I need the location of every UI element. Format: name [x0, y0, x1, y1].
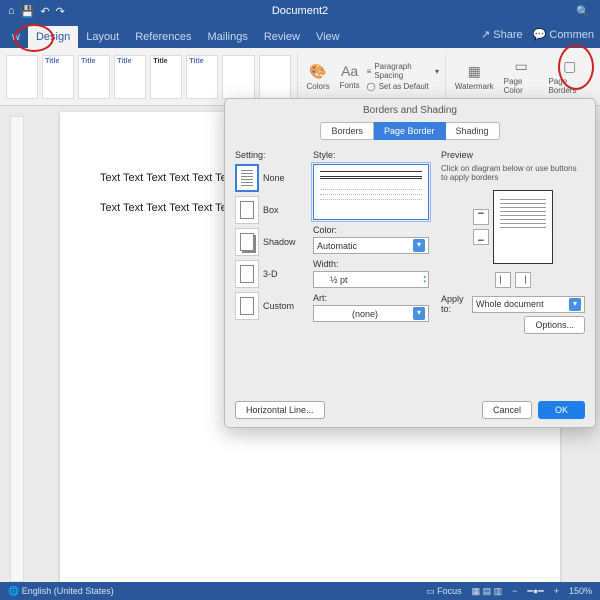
- width-label: Width:: [313, 259, 433, 269]
- options-button[interactable]: Options...: [524, 316, 585, 334]
- colors-button[interactable]: 🎨Colors: [304, 63, 333, 91]
- share-button[interactable]: ↗ Share: [481, 28, 523, 41]
- tab-page-border[interactable]: Page Border: [374, 122, 446, 140]
- page-borders-icon: ▢: [563, 58, 576, 75]
- font-icon: Aa: [341, 63, 358, 79]
- chevron-down-icon: ▾: [413, 307, 425, 320]
- tab-mailings[interactable]: Mailings: [200, 26, 256, 48]
- page-borders-button[interactable]: ▢Page Borders: [545, 58, 594, 95]
- art-label: Art:: [313, 293, 433, 303]
- preview-hint: Click on diagram below or use buttons to…: [441, 164, 585, 182]
- comments-button[interactable]: 💬 Commen: [533, 28, 594, 41]
- fonts-button[interactable]: AaFonts: [337, 63, 363, 90]
- tab-review[interactable]: Review: [256, 26, 308, 48]
- theme-tile[interactable]: Title: [114, 55, 146, 99]
- width-spinner[interactable]: ½ pt▴▾: [313, 271, 429, 288]
- dialog-tabs: Borders Page Border Shading: [225, 120, 595, 146]
- paragraph-spacing-button[interactable]: ≡ Paragraph Spacing ▾: [367, 62, 439, 80]
- set-default-button[interactable]: ◯ Set as Default: [367, 82, 439, 91]
- redo-icon[interactable]: ↷: [56, 5, 65, 18]
- theme-tile[interactable]: Title: [150, 55, 182, 99]
- color-label: Color:: [313, 225, 433, 235]
- setting-shadow[interactable]: Shadow: [235, 228, 305, 256]
- status-bar: 🌐 English (United States) ▭ Focus ▦ ▤ ▥ …: [0, 582, 600, 600]
- undo-icon[interactable]: ↶: [40, 5, 49, 18]
- chevron-down-icon: ▾: [569, 298, 581, 311]
- tab-design[interactable]: Design: [28, 26, 78, 48]
- zoom-out[interactable]: −: [512, 586, 517, 596]
- tab-layout[interactable]: Layout: [78, 26, 127, 48]
- tab-shading[interactable]: Shading: [446, 122, 500, 140]
- view-buttons[interactable]: ▦ ▤ ▥: [472, 586, 503, 597]
- style-list[interactable]: [313, 164, 429, 220]
- titlebar: ⌂ 💾 ↶ ↷ Document2 🔍: [0, 0, 600, 22]
- apply-to-label: Apply to:: [441, 294, 468, 314]
- spacing-group: ≡ Paragraph Spacing ▾ ◯ Set as Default: [367, 62, 439, 91]
- language-status[interactable]: 🌐 English (United States): [8, 586, 114, 597]
- edge-right-button[interactable]: ▕: [515, 272, 531, 288]
- focus-mode[interactable]: ▭ Focus: [426, 586, 462, 597]
- color-dropdown[interactable]: Automatic▾: [313, 237, 429, 254]
- stepper-icon: ▴▾: [423, 275, 426, 285]
- chevron-down-icon: ▾: [413, 239, 425, 252]
- ribbon-tabs: w Design Layout References Mailings Revi…: [0, 22, 600, 48]
- palette-icon: 🎨: [309, 63, 326, 80]
- page-color-button[interactable]: ▭Page Color: [501, 58, 542, 95]
- setting-box[interactable]: Box: [235, 196, 305, 224]
- zoom-slider[interactable]: ━●━: [527, 586, 543, 597]
- qat: ⌂ 💾 ↶ ↷: [0, 5, 65, 18]
- save-icon[interactable]: 💾: [21, 5, 35, 18]
- cancel-button[interactable]: Cancel: [482, 401, 532, 419]
- theme-tile[interactable]: Title: [78, 55, 110, 99]
- setting-none[interactable]: None: [235, 164, 305, 192]
- tab-view[interactable]: View: [308, 26, 348, 48]
- vertical-ruler: [10, 116, 24, 582]
- borders-shading-dialog: Borders and Shading Borders Page Border …: [224, 98, 596, 428]
- dialog-title: Borders and Shading: [225, 99, 595, 120]
- zoom-in[interactable]: +: [554, 586, 559, 596]
- horizontal-line-button[interactable]: Horizontal Line...: [235, 401, 325, 419]
- preview-page[interactable]: [493, 190, 553, 264]
- ok-button[interactable]: OK: [538, 401, 585, 419]
- page-color-icon: ▭: [514, 58, 527, 75]
- setting-custom[interactable]: Custom: [235, 292, 305, 320]
- apply-to-dropdown[interactable]: Whole document▾: [472, 296, 585, 313]
- watermark-icon: ▦: [468, 63, 481, 80]
- theme-tile[interactable]: Title: [42, 55, 74, 99]
- tab-prev[interactable]: w: [4, 26, 28, 48]
- edge-top-button[interactable]: ▔: [473, 209, 489, 225]
- search-icon[interactable]: 🔍: [576, 5, 590, 18]
- style-label: Style:: [313, 150, 433, 160]
- edge-bottom-button[interactable]: ▁: [473, 229, 489, 245]
- edge-left-button[interactable]: ▏: [495, 272, 511, 288]
- document-title: Document2: [272, 5, 328, 17]
- watermark-button[interactable]: ▦Watermark: [452, 63, 497, 91]
- setting-label: Setting:: [235, 150, 305, 160]
- theme-tile[interactable]: [222, 55, 254, 99]
- tab-references[interactable]: References: [127, 26, 199, 48]
- theme-tile[interactable]: [259, 55, 291, 99]
- zoom-level[interactable]: 150%: [569, 586, 592, 596]
- art-dropdown[interactable]: (none)▾: [313, 305, 429, 322]
- theme-tile[interactable]: Title: [186, 55, 218, 99]
- preview-label: Preview: [441, 150, 585, 160]
- theme-tile[interactable]: [6, 55, 38, 99]
- home-icon[interactable]: ⌂: [8, 5, 15, 17]
- tab-borders[interactable]: Borders: [320, 122, 374, 140]
- setting-3d[interactable]: 3-D: [235, 260, 305, 288]
